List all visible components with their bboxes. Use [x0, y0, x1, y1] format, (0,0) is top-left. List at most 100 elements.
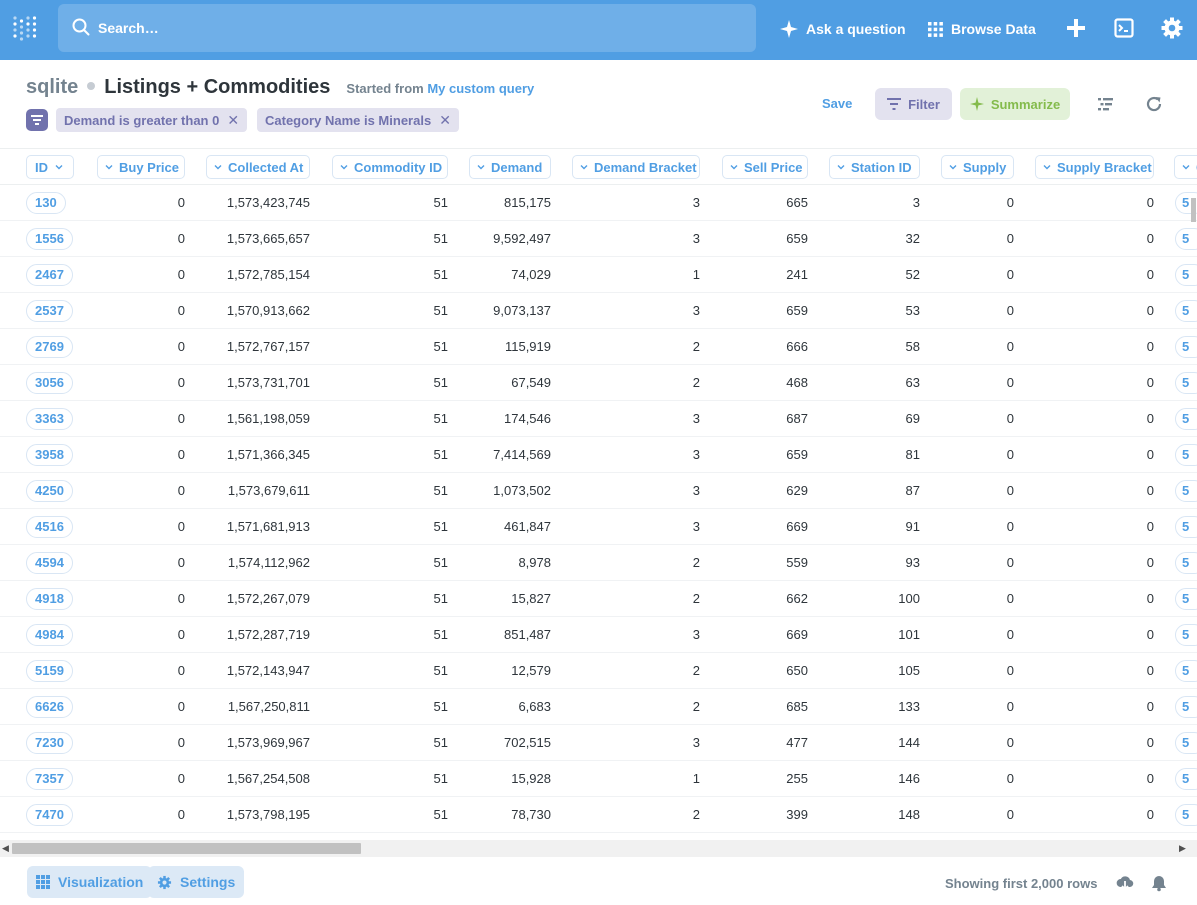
plus-icon[interactable] [1064, 16, 1088, 40]
remove-filter-icon[interactable]: ✕ [227, 112, 239, 129]
scroll-right-icon[interactable]: ▶ [1179, 843, 1186, 854]
truncated-column-link[interactable]: 5 [1175, 660, 1197, 682]
row-id-link[interactable]: 2537 [26, 300, 73, 322]
table-cell-station: 101 [898, 627, 920, 642]
notebook-editor-icon[interactable] [1097, 95, 1115, 113]
row-id-link[interactable]: 1556 [26, 228, 73, 250]
database-name[interactable]: sqlite [26, 76, 78, 99]
table-cell-commodity: 51 [433, 267, 448, 282]
ask-question-button[interactable]: Ask a question [780, 18, 906, 40]
scroll-left-icon[interactable]: ◀ [2, 843, 9, 854]
truncated-column-link[interactable]: 5 [1175, 732, 1197, 754]
truncated-column-link[interactable]: 5 [1175, 408, 1197, 430]
table-cell-commodity: 51 [433, 627, 448, 642]
metabase-logo-icon[interactable] [12, 14, 40, 44]
truncated-column-link[interactable]: 5 [1175, 696, 1197, 718]
refresh-icon[interactable] [1145, 95, 1163, 113]
truncated-column-link[interactable]: 5 [1175, 588, 1197, 610]
truncated-column-link[interactable]: 5 [1175, 480, 1197, 502]
table-cell-bracket: 2 [692, 591, 700, 606]
truncated-column-link[interactable]: 5 [1175, 552, 1197, 574]
row-id-link[interactable]: 4250 [26, 480, 73, 502]
truncated-column-link[interactable]: 5 [1175, 804, 1197, 826]
column-header[interactable]: Supply [941, 155, 1014, 179]
row-id-link[interactable]: 4594 [26, 552, 73, 574]
row-id-link[interactable]: 7357 [26, 768, 73, 790]
sql-editor-icon[interactable] [1112, 16, 1136, 40]
table-cell-sbracket: 0 [1146, 231, 1154, 246]
truncated-column-link[interactable]: 5 [1175, 624, 1197, 646]
row-id-link[interactable]: 4984 [26, 624, 73, 646]
table-cell-supply: 0 [1006, 519, 1014, 534]
table-row: 4594 0 1,574,112,962 51 8,978 2 559 93 0 0 5 [0, 545, 1197, 581]
table-row: 2769 0 1,572,767,157 51 115,919 2 666 58 0 0 5 [0, 329, 1197, 365]
truncated-column-link[interactable]: 5 [1175, 516, 1197, 538]
filter-button[interactable]: Filter [875, 88, 952, 120]
table-cell-buy: 0 [177, 627, 185, 642]
column-header[interactable]: Sell Price [722, 155, 808, 179]
filter-toggle-button[interactable] [26, 109, 48, 131]
truncated-column-link[interactable]: 5 [1175, 336, 1197, 358]
download-icon[interactable] [1116, 874, 1134, 892]
column-header-label: Supply Bracket [1057, 159, 1152, 175]
table-cell-demand: 6,683 [518, 699, 551, 714]
table-cell-commodity: 51 [433, 447, 448, 462]
table-cell-bracket: 2 [692, 555, 700, 570]
vertical-scrollbar-thumb[interactable] [1191, 198, 1196, 222]
row-id-link[interactable]: 130 [26, 192, 66, 214]
chevron-down-icon [949, 165, 957, 170]
column-header[interactable]: Station ID [829, 155, 920, 179]
column-header[interactable]: ID [26, 155, 74, 179]
row-id-link[interactable]: 4516 [26, 516, 73, 538]
row-id-link[interactable]: 6626 [26, 696, 73, 718]
column-header[interactable]: Demand [469, 155, 551, 179]
truncated-column-link[interactable]: 5 [1175, 264, 1197, 286]
row-id-link[interactable]: 5159 [26, 660, 73, 682]
table-cell-demand: 9,073,137 [493, 303, 551, 318]
column-header[interactable]: Buy Price [97, 155, 185, 179]
horizontal-scrollbar-thumb[interactable] [12, 843, 361, 854]
row-id-link[interactable]: 4918 [26, 588, 73, 610]
browse-data-button[interactable]: Browse Data [928, 18, 1036, 40]
bell-icon[interactable] [1150, 874, 1168, 892]
row-id-link[interactable]: 7470 [26, 804, 73, 826]
row-id-link[interactable]: 3363 [26, 408, 73, 430]
settings-button[interactable]: Settings [148, 866, 245, 898]
column-header-label: Demand Bracket [594, 159, 697, 175]
filter-pill[interactable]: Category Name is Minerals ✕ [257, 108, 459, 132]
table-cell-supply: 0 [1006, 771, 1014, 786]
column-header[interactable]: Commodity ID [332, 155, 448, 179]
row-id-link[interactable]: 7230 [26, 732, 73, 754]
column-header[interactable]: Co [1174, 155, 1197, 179]
filter-pill[interactable]: Demand is greater than 0 ✕ [56, 108, 248, 132]
table-cell-buy: 0 [177, 411, 185, 426]
row-id-link[interactable]: 2467 [26, 264, 73, 286]
save-button[interactable]: Save [822, 96, 852, 111]
truncated-column-link[interactable]: 5 [1175, 768, 1197, 790]
truncated-column-link[interactable]: 5 [1175, 228, 1197, 250]
table-cell-sbracket: 0 [1146, 375, 1154, 390]
table-cell-sbracket: 0 [1146, 267, 1154, 282]
table-cell-demand: 174,546 [504, 411, 551, 426]
column-header[interactable]: Supply Bracket [1035, 155, 1154, 179]
visualization-button[interactable]: Visualization [27, 866, 153, 898]
table-cell-sell: 687 [786, 411, 808, 426]
column-header[interactable]: Demand Bracket [572, 155, 700, 179]
question-title-row: sqlite Listings + Commodities Started fr… [26, 76, 534, 106]
truncated-column-link[interactable]: 5 [1175, 444, 1197, 466]
row-id-link[interactable]: 2769 [26, 336, 73, 358]
table-cell-commodity: 51 [433, 807, 448, 822]
search-bar[interactable]: Search… [58, 4, 756, 52]
filter-icon [31, 115, 43, 125]
remove-filter-icon[interactable]: ✕ [439, 112, 451, 129]
column-header-label: Collected At [228, 159, 304, 175]
column-header[interactable]: Collected At [206, 155, 310, 179]
summarize-button[interactable]: Summarize [960, 88, 1070, 120]
started-from-link[interactable]: My custom query [427, 81, 534, 96]
truncated-column-link[interactable]: 5 [1175, 372, 1197, 394]
row-id-link[interactable]: 3958 [26, 444, 73, 466]
table-row: 5159 0 1,572,143,947 51 12,579 2 650 105 0 0 5 [0, 653, 1197, 689]
truncated-column-link[interactable]: 5 [1175, 300, 1197, 322]
row-id-link[interactable]: 3056 [26, 372, 73, 394]
gear-icon[interactable] [1160, 16, 1184, 40]
